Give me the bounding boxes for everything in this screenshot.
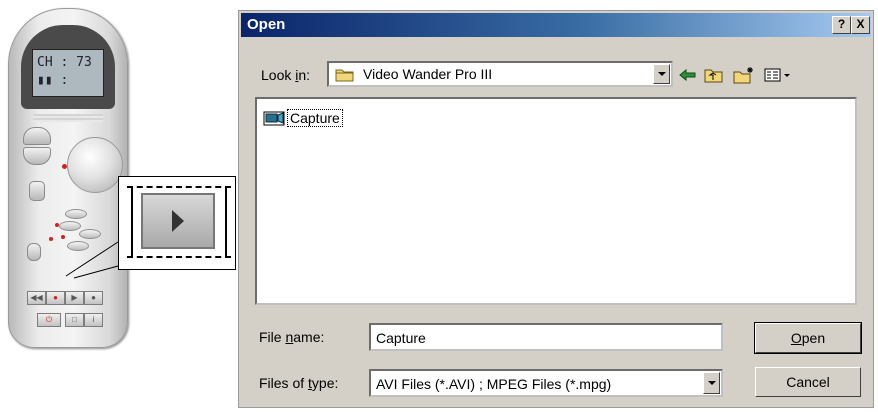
back-arrow-icon[interactable] (677, 65, 699, 85)
look-in-label: Look in: (261, 67, 311, 83)
files-of-type-dropdown-button[interactable] (703, 372, 720, 394)
file-name-value: Capture (376, 330, 426, 346)
dialog-titlebar[interactable]: Open ? X (241, 13, 871, 37)
indicator-dot (55, 223, 59, 227)
up-folder-icon[interactable] (703, 65, 725, 85)
remote-pill-button[interactable] (65, 209, 87, 219)
volume-button[interactable] (27, 243, 41, 261)
folder-icon (335, 69, 354, 82)
indicator-dot (61, 235, 65, 239)
video-file-icon (263, 111, 285, 126)
files-of-type-label: Files of type: (259, 375, 339, 391)
file-name-field[interactable]: Capture (369, 323, 723, 351)
close-button[interactable]: X (851, 16, 870, 34)
speaker-grille (33, 114, 103, 122)
lcd-display: CH : 73 ▮▮ : (32, 49, 104, 97)
file-name-capture: Capture (287, 109, 343, 127)
file-list[interactable]: Capture (255, 97, 857, 305)
play-icon (172, 210, 184, 232)
power-button[interactable]: ⏻ (37, 313, 61, 327)
power-small-button[interactable] (29, 181, 45, 201)
files-of-type-value: AVI Files (*.AVI) ; MPEG Files (*.mpg) (376, 376, 612, 392)
play-button-callout (118, 176, 236, 270)
channel-up-button[interactable] (23, 127, 51, 145)
play-button[interactable]: ▶ (65, 291, 84, 305)
channel-down-button[interactable] (23, 147, 51, 165)
lcd-frame: CH : 73 ▮▮ : (21, 25, 115, 109)
look-in-combo[interactable]: Video Wander Pro III (327, 61, 673, 87)
file-name-label: File name: (259, 329, 325, 345)
indicator-dot (49, 237, 53, 241)
remote-pill-button[interactable] (59, 221, 81, 231)
lcd-channel: CH : 73 (37, 55, 92, 70)
remote-pill-button[interactable] (79, 229, 101, 239)
look-in-value: Video Wander Pro III (363, 66, 493, 82)
new-folder-icon[interactable] (733, 65, 755, 85)
open-button[interactable]: Open (754, 322, 862, 354)
help-button[interactable]: ? (832, 16, 851, 34)
menu-button[interactable]: □ (65, 313, 84, 327)
magnified-play-button (141, 193, 215, 249)
view-menu-icon[interactable] (763, 65, 793, 85)
jog-dial[interactable] (62, 137, 123, 193)
rewind-button[interactable]: ◀◀ (27, 291, 46, 305)
dialog-title: Open (247, 16, 286, 33)
magnified-view (127, 186, 231, 258)
look-in-dropdown-button[interactable] (653, 64, 670, 84)
files-of-type-combo[interactable]: AVI Files (*.AVI) ; MPEG Files (*.mpg) (369, 369, 723, 397)
open-button-label: Open (790, 330, 826, 346)
list-item[interactable]: Capture (263, 109, 343, 127)
open-dialog: Open ? X Look in: Video Wander Pro III C… (238, 10, 874, 408)
stop-button[interactable]: ● (84, 291, 103, 305)
jog-indicator (62, 164, 67, 169)
info-button[interactable]: i (84, 313, 103, 327)
remote-control: CH : 73 ▮▮ : ◀◀ ● ▶ ● ⏻ □ i (8, 8, 128, 348)
cancel-button[interactable]: Cancel (755, 367, 861, 397)
record-button[interactable]: ● (46, 291, 65, 305)
lcd-status: ▮▮ : (37, 73, 69, 88)
